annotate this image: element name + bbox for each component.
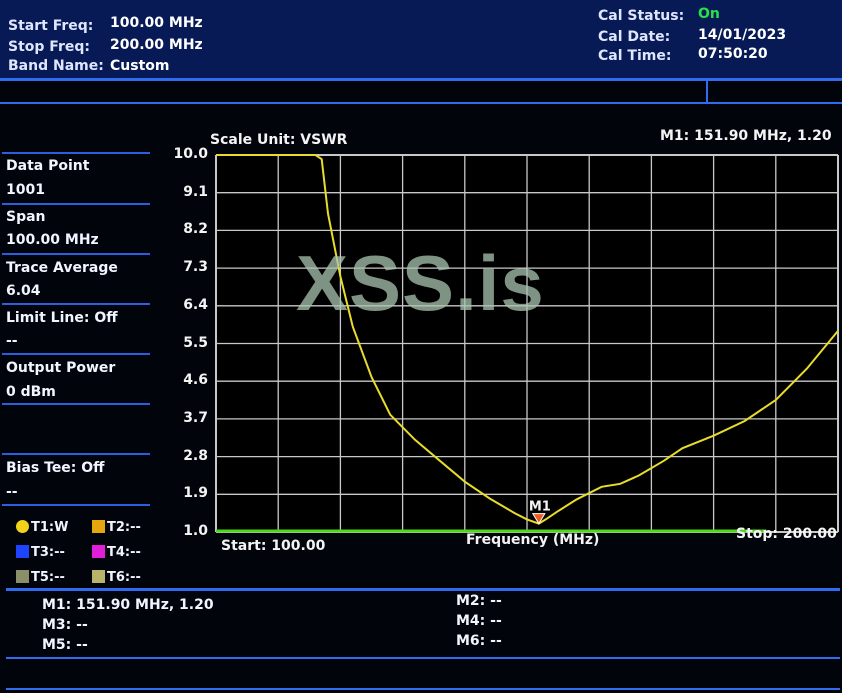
marker-m1-label: M1 bbox=[529, 500, 551, 515]
status-bar bbox=[6, 660, 840, 690]
x-axis-label: Frequency (MHz) bbox=[466, 532, 600, 548]
marker-m5-readout[interactable]: M5: -- bbox=[42, 637, 88, 653]
marker-m6-readout[interactable]: M6: -- bbox=[456, 633, 502, 649]
start-freq-axis-label: Start: 100.00 bbox=[221, 538, 326, 554]
marker-table: M1: 151.90 MHz, 1.20 M3: -- M5: -- M2: -… bbox=[6, 588, 840, 659]
marker-m3-readout[interactable]: M3: -- bbox=[42, 617, 88, 633]
marker-m2-readout[interactable]: M2: -- bbox=[456, 593, 502, 609]
marker-m4-readout[interactable]: M4: -- bbox=[456, 613, 502, 629]
marker-m1-readout[interactable]: M1: 151.90 MHz, 1.20 bbox=[42, 597, 214, 613]
watermark: XSS.is bbox=[296, 239, 545, 327]
stop-freq-axis-label: Stop: 200.00 bbox=[736, 526, 837, 542]
